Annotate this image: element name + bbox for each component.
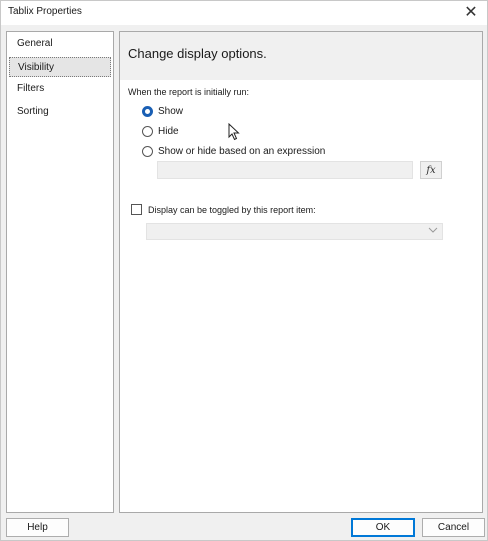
fx-icon: fx bbox=[426, 164, 436, 176]
initial-visibility-label: When the report is initially run: bbox=[128, 87, 250, 97]
toggle-report-item-dropdown[interactable] bbox=[146, 223, 443, 240]
expression-input[interactable] bbox=[157, 161, 413, 179]
panel-heading: Change display options. bbox=[128, 46, 267, 61]
tablix-properties-dialog: Tablix Properties ✕ General Visibility F… bbox=[0, 0, 488, 541]
expression-radio-button[interactable] bbox=[142, 146, 153, 157]
toggle-checkbox[interactable] bbox=[131, 204, 142, 215]
visibility-panel: Change display options. When the report … bbox=[119, 31, 483, 513]
chevron-down-icon bbox=[428, 227, 438, 233]
hide-radio-label: Hide bbox=[158, 126, 179, 137]
page-navigation-list: General Visibility Filters Sorting bbox=[6, 31, 114, 513]
expression-radio-label: Show or hide based on an expression bbox=[158, 146, 326, 157]
ok-button[interactable]: OK bbox=[351, 518, 415, 537]
help-button[interactable]: Help bbox=[6, 518, 69, 537]
expression-radio-option[interactable]: Show or hide based on an expression bbox=[142, 146, 325, 157]
nav-item-visibility[interactable]: Visibility bbox=[9, 56, 111, 77]
show-radio-label: Show bbox=[158, 106, 184, 117]
hide-radio-option[interactable]: Hide bbox=[142, 126, 179, 137]
nav-item-sorting[interactable]: Sorting bbox=[9, 102, 111, 122]
panel-header: Change display options. bbox=[120, 32, 482, 80]
window-title: Tablix Properties bbox=[8, 6, 82, 17]
expression-fx-button[interactable]: fx bbox=[420, 161, 442, 179]
title-bar: Tablix Properties ✕ bbox=[1, 1, 487, 25]
nav-item-filters[interactable]: Filters bbox=[9, 79, 111, 99]
close-icon[interactable]: ✕ bbox=[457, 1, 485, 23]
show-radio-option[interactable]: Show bbox=[142, 106, 183, 117]
show-radio-button[interactable] bbox=[142, 106, 153, 117]
toggle-checkbox-option[interactable]: Display can be toggled by this report it… bbox=[131, 204, 316, 215]
hide-radio-button[interactable] bbox=[142, 126, 153, 137]
mouse-pointer-icon bbox=[228, 123, 240, 141]
cancel-button[interactable]: Cancel bbox=[422, 518, 485, 537]
nav-item-general[interactable]: General bbox=[9, 34, 111, 54]
toggle-checkbox-label: Display can be toggled by this report it… bbox=[148, 204, 316, 215]
